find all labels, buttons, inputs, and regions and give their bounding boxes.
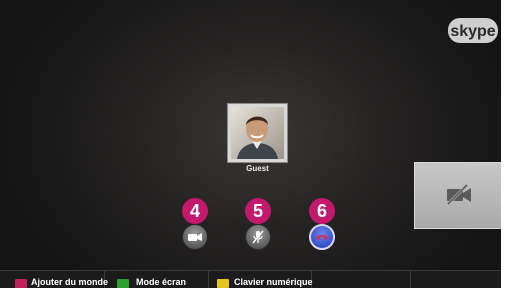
mute-button[interactable] (245, 224, 271, 250)
end-call-button[interactable] (309, 224, 335, 250)
bar-divider (208, 271, 209, 288)
green-key-icon (117, 279, 129, 288)
badge-video: 4 (182, 198, 208, 224)
skype-logo: skype (447, 16, 499, 45)
contact-avatar (227, 103, 288, 163)
yellow-key-icon (217, 279, 229, 288)
call-screen: skype Guest 4 5 6 Ajouter du monde Mode … (0, 0, 507, 288)
badge-mute: 5 (245, 198, 271, 224)
microphone-muted-icon (252, 230, 264, 244)
frame-border (501, 0, 507, 288)
end-call-icon (316, 235, 328, 240)
badge-end-call: 6 (309, 198, 335, 224)
video-camera-icon (188, 233, 202, 241)
numeric-keypad-button[interactable]: Clavier numérique (234, 277, 313, 288)
red-key-icon (15, 279, 27, 288)
video-off-icon (446, 184, 471, 206)
screen-mode-button[interactable]: Mode écran (136, 277, 186, 288)
contact-name: Guest (246, 164, 269, 173)
add-people-button[interactable]: Ajouter du monde (31, 277, 108, 288)
bar-divider (410, 271, 411, 288)
svg-text:skype: skype (450, 23, 495, 40)
video-toggle-button[interactable] (182, 224, 208, 250)
self-video-preview[interactable] (414, 162, 503, 229)
